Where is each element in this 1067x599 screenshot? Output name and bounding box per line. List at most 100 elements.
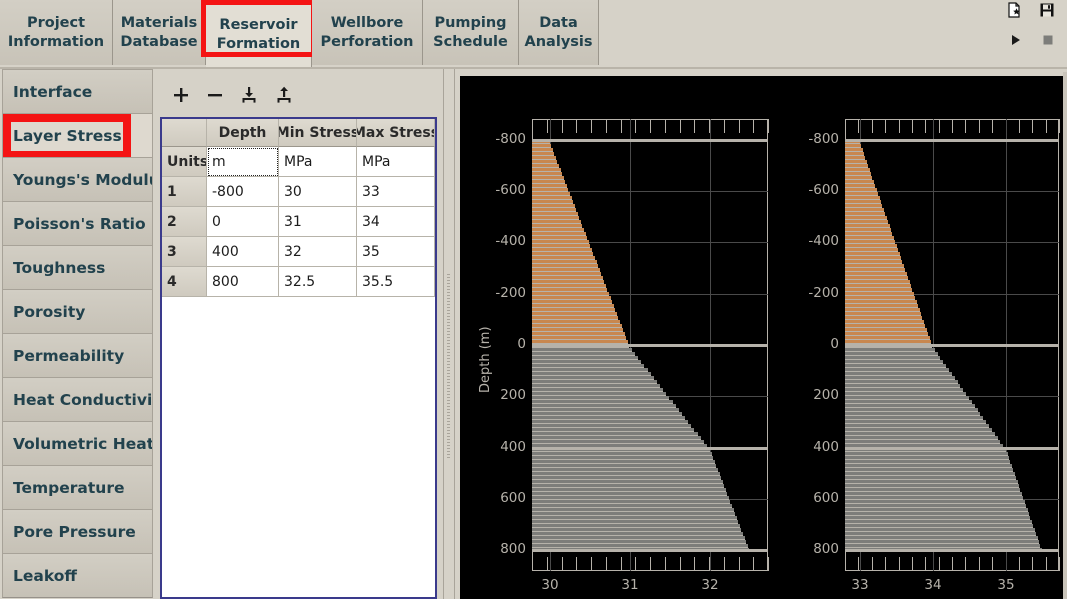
axis-minor-tick	[532, 557, 533, 571]
new-file-icon[interactable]	[1005, 1, 1023, 19]
table-row[interactable]: 1 -800 30 33	[162, 177, 435, 207]
layer-stress-table[interactable]: DepthMin StressMax StressUnitsmMPaMPa1-8…	[160, 117, 437, 599]
axis-minor-tick	[978, 557, 980, 571]
table-cell[interactable]: 0	[207, 207, 279, 237]
sidebar-item-pore-pressure[interactable]: Pore Pressure	[2, 509, 153, 554]
sidebar-item-toughness[interactable]: Toughness	[2, 245, 153, 290]
sidebar-item-heat-conductivity[interactable]: Heat Conductivity	[2, 377, 153, 422]
table-cell[interactable]: 400	[207, 237, 279, 267]
table-cell[interactable]: 35.5	[357, 267, 435, 297]
table-row[interactable]: 4 800 32.5 35.5	[162, 267, 435, 297]
table-cell[interactable]: 32.5	[279, 267, 357, 297]
sidebar-item-temperature[interactable]: Temperature	[2, 465, 153, 510]
tab-project-information[interactable]: Project Information	[0, 0, 113, 65]
download-icon[interactable]	[236, 82, 262, 108]
plus-icon[interactable]	[168, 82, 194, 108]
sidebar-item-leakoff[interactable]: Leakoff	[2, 553, 153, 598]
pane-splitter[interactable]	[443, 69, 455, 599]
table-cell[interactable]: 33	[357, 177, 435, 207]
sidebar-item-layer-stress[interactable]: Layer Stress	[2, 113, 153, 158]
table-cell[interactable]: 32	[279, 237, 357, 267]
save-icon[interactable]	[1038, 1, 1056, 19]
chart-vertical-scrollbar[interactable]	[1063, 72, 1067, 599]
table-column-header[interactable]: Max Stress	[357, 119, 435, 147]
property-sidebar[interactable]: Interface Layer Stress Youngs's Modulus Poi…	[0, 69, 153, 599]
layer-boundary-line	[845, 139, 1059, 142]
sidebar-item-porosity[interactable]: Porosity	[2, 289, 153, 334]
table-corner-header[interactable]	[162, 119, 207, 147]
table-row-header[interactable]: 1	[162, 177, 207, 207]
table-column-header[interactable]: Min Stress	[279, 119, 357, 147]
y-axis-tick-label: 800	[813, 541, 839, 557]
table-cell[interactable]: MPa	[357, 147, 435, 177]
splitter-grip[interactable]	[447, 274, 450, 459]
table-empty-area[interactable]	[162, 297, 435, 597]
table-column-header[interactable]: Depth	[207, 119, 279, 147]
min-stress-chart[interactable]: -800-600-400-2000200400600800303132Min S…	[460, 76, 770, 599]
axis-minor-tick	[561, 557, 563, 571]
axis-minor-tick	[591, 557, 592, 571]
sidebar-item-youngs-s-modulus[interactable]: Youngs's Modulus	[2, 157, 153, 202]
axis-minor-tick	[992, 557, 994, 571]
upload-icon[interactable]	[271, 82, 297, 108]
tab-materials-database[interactable]: Materials Database	[113, 0, 206, 65]
axis-minor-tick	[911, 557, 913, 571]
table-cell[interactable]: 800	[207, 267, 279, 297]
tab-strip: Project Information Materials Database Reser…	[0, 0, 599, 69]
table-toolbar	[155, 79, 440, 115]
table-cell[interactable]: 35	[357, 237, 435, 267]
axis-minor-tick	[1018, 557, 1020, 571]
sidebar-item-interface[interactable]: Interface	[2, 69, 153, 114]
tab-reservoir-formation[interactable]: Reservoir Formation	[201, 0, 316, 69]
stop-icon[interactable]	[1039, 31, 1057, 49]
axis-minor-tick	[965, 557, 967, 571]
y-axis-tick-label: 400	[500, 439, 526, 455]
x-axis-tick-label: 32	[701, 577, 719, 593]
axis-minor-tick	[576, 119, 578, 133]
table-cell[interactable]: 30	[279, 177, 357, 207]
table-row-header[interactable]: 2	[162, 207, 207, 237]
max-stress-chart[interactable]: -800-600-400-2000200400600800333435Max S…	[770, 76, 1063, 599]
axis-minor-tick	[664, 119, 666, 133]
y-axis-tick-label: -400	[808, 233, 839, 249]
table-header-row: DepthMin StressMax Stress	[162, 119, 435, 147]
x-axis-tick-label: 33	[851, 577, 869, 593]
table-row[interactable]: Units m MPa MPa	[162, 147, 435, 177]
table-row-header[interactable]: 4	[162, 267, 207, 297]
sidebar-item-label: Poisson's Ratio	[13, 214, 146, 233]
axis-minor-tick	[753, 119, 755, 133]
table-cell[interactable]: -800	[207, 177, 279, 207]
table-row[interactable]: 2 0 31 34	[162, 207, 435, 237]
sidebar-item-label: Toughness	[13, 258, 106, 277]
table-cell[interactable]: m	[207, 147, 279, 177]
table-cell[interactable]: 34	[357, 207, 435, 237]
axis-minor-tick	[635, 557, 637, 571]
y-axis-tick-label: -800	[495, 131, 526, 147]
table-cell[interactable]: 31	[279, 207, 357, 237]
axis-minor-tick	[938, 557, 940, 571]
minus-icon[interactable]	[202, 82, 228, 108]
axis-minor-tick	[635, 119, 637, 133]
table-row[interactable]: 3 400 32 35	[162, 237, 435, 267]
table-row-header[interactable]: 3	[162, 237, 207, 267]
sidebar-item-poisson-s-ratio[interactable]: Poisson's Ratio	[2, 201, 153, 246]
axis-minor-tick	[925, 119, 927, 133]
tab-pumping-schedule[interactable]: Pumping Schedule	[423, 0, 519, 65]
tab-wellbore-perforation[interactable]: Wellbore Perforation	[312, 0, 423, 65]
sidebar-item-label: Youngs's Modulus	[13, 170, 152, 189]
axis-minor-tick	[992, 119, 994, 133]
axis-minor-tick	[1018, 119, 1020, 133]
layer-boundary-line	[532, 344, 768, 347]
axis-minor-tick	[753, 557, 755, 571]
layer-boundary-line	[845, 447, 1059, 450]
table-row-header[interactable]: Units	[162, 147, 207, 177]
tab-data-analysis[interactable]: Data Analysis	[519, 0, 599, 65]
run-icon[interactable]	[1007, 31, 1025, 49]
y-axis-tick-label: 200	[813, 387, 839, 403]
sidebar-item-volumetric-heat-c[interactable]: Volumetric Heat C	[2, 421, 153, 466]
sidebar-item-permeability[interactable]: Permeability	[2, 333, 153, 378]
tab-label-line1: Project	[26, 14, 86, 31]
sidebar-item-label: Volumetric Heat C	[13, 434, 153, 453]
axis-minor-tick	[576, 557, 578, 571]
table-cell[interactable]: MPa	[279, 147, 357, 177]
